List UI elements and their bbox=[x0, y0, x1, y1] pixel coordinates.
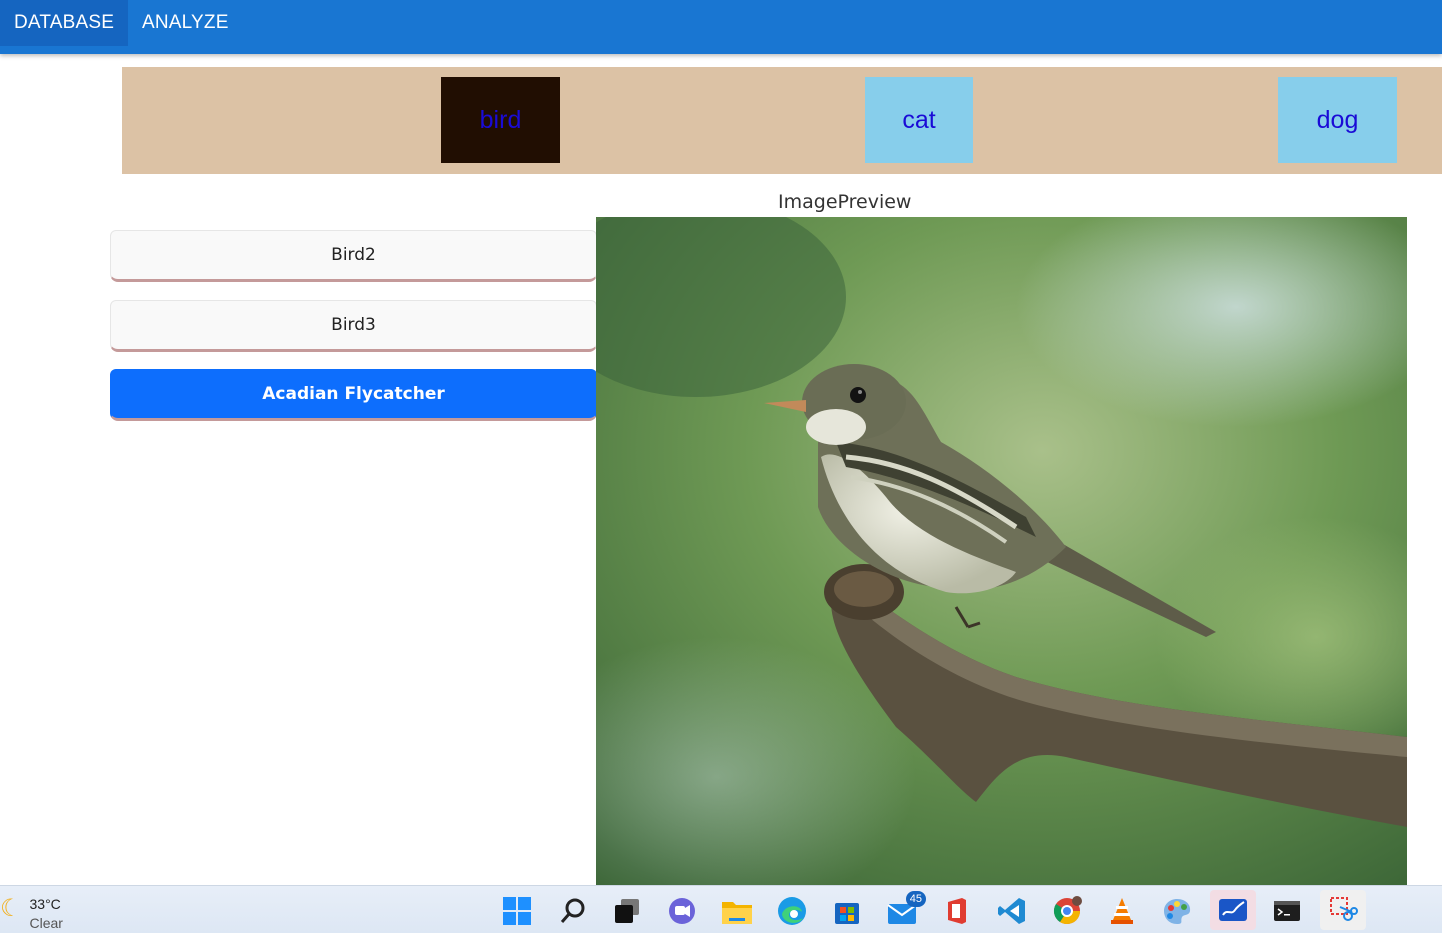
search-icon[interactable] bbox=[557, 895, 589, 927]
store-icon[interactable] bbox=[831, 895, 863, 927]
paint-icon[interactable] bbox=[1161, 895, 1193, 927]
snipping-tool-icon[interactable] bbox=[1320, 890, 1366, 930]
nav-database[interactable]: DATABASE bbox=[0, 0, 129, 46]
task-view-icon[interactable] bbox=[611, 895, 643, 927]
category-dog[interactable]: dog bbox=[1278, 77, 1397, 163]
app-bar: DATABASE ANALYZE bbox=[0, 0, 1442, 54]
list-item-bird2[interactable]: Bird2 bbox=[110, 230, 597, 282]
edge-icon[interactable] bbox=[776, 895, 808, 927]
taskbar: ☾ 33°C Clear 45 bbox=[0, 885, 1442, 933]
terminal-icon[interactable] bbox=[1271, 895, 1303, 927]
image-preview bbox=[596, 217, 1407, 885]
category-strip: bird cat dog bbox=[122, 67, 1442, 174]
vscode-icon[interactable] bbox=[996, 895, 1028, 927]
nav-analyze[interactable]: ANALYZE bbox=[128, 0, 243, 46]
teams-chat-icon[interactable] bbox=[666, 895, 698, 927]
moon-icon: ☾ bbox=[0, 895, 22, 922]
office-icon[interactable] bbox=[941, 895, 973, 927]
windows-start-icon[interactable] bbox=[501, 895, 533, 927]
image-preview-title: ImagePreview bbox=[778, 191, 912, 213]
list-item-bird3[interactable]: Bird3 bbox=[110, 300, 597, 352]
mail-icon[interactable]: 45 bbox=[886, 891, 926, 927]
file-explorer-icon[interactable] bbox=[721, 895, 753, 927]
whiteboard-icon[interactable] bbox=[1210, 890, 1256, 930]
weather-condition: Clear bbox=[29, 915, 63, 931]
weather-widget[interactable]: ☾ 33°C Clear bbox=[0, 895, 63, 933]
list-item-acadian-flycatcher[interactable]: Acadian Flycatcher bbox=[110, 369, 597, 421]
chrome-icon[interactable] bbox=[1051, 895, 1083, 927]
category-cat[interactable]: cat bbox=[865, 77, 973, 163]
weather-temp: 33°C bbox=[29, 896, 61, 912]
category-bird[interactable]: bird bbox=[441, 77, 560, 163]
mail-badge: 45 bbox=[905, 891, 926, 907]
bird-photo bbox=[596, 217, 1407, 885]
vlc-icon[interactable] bbox=[1106, 895, 1138, 927]
